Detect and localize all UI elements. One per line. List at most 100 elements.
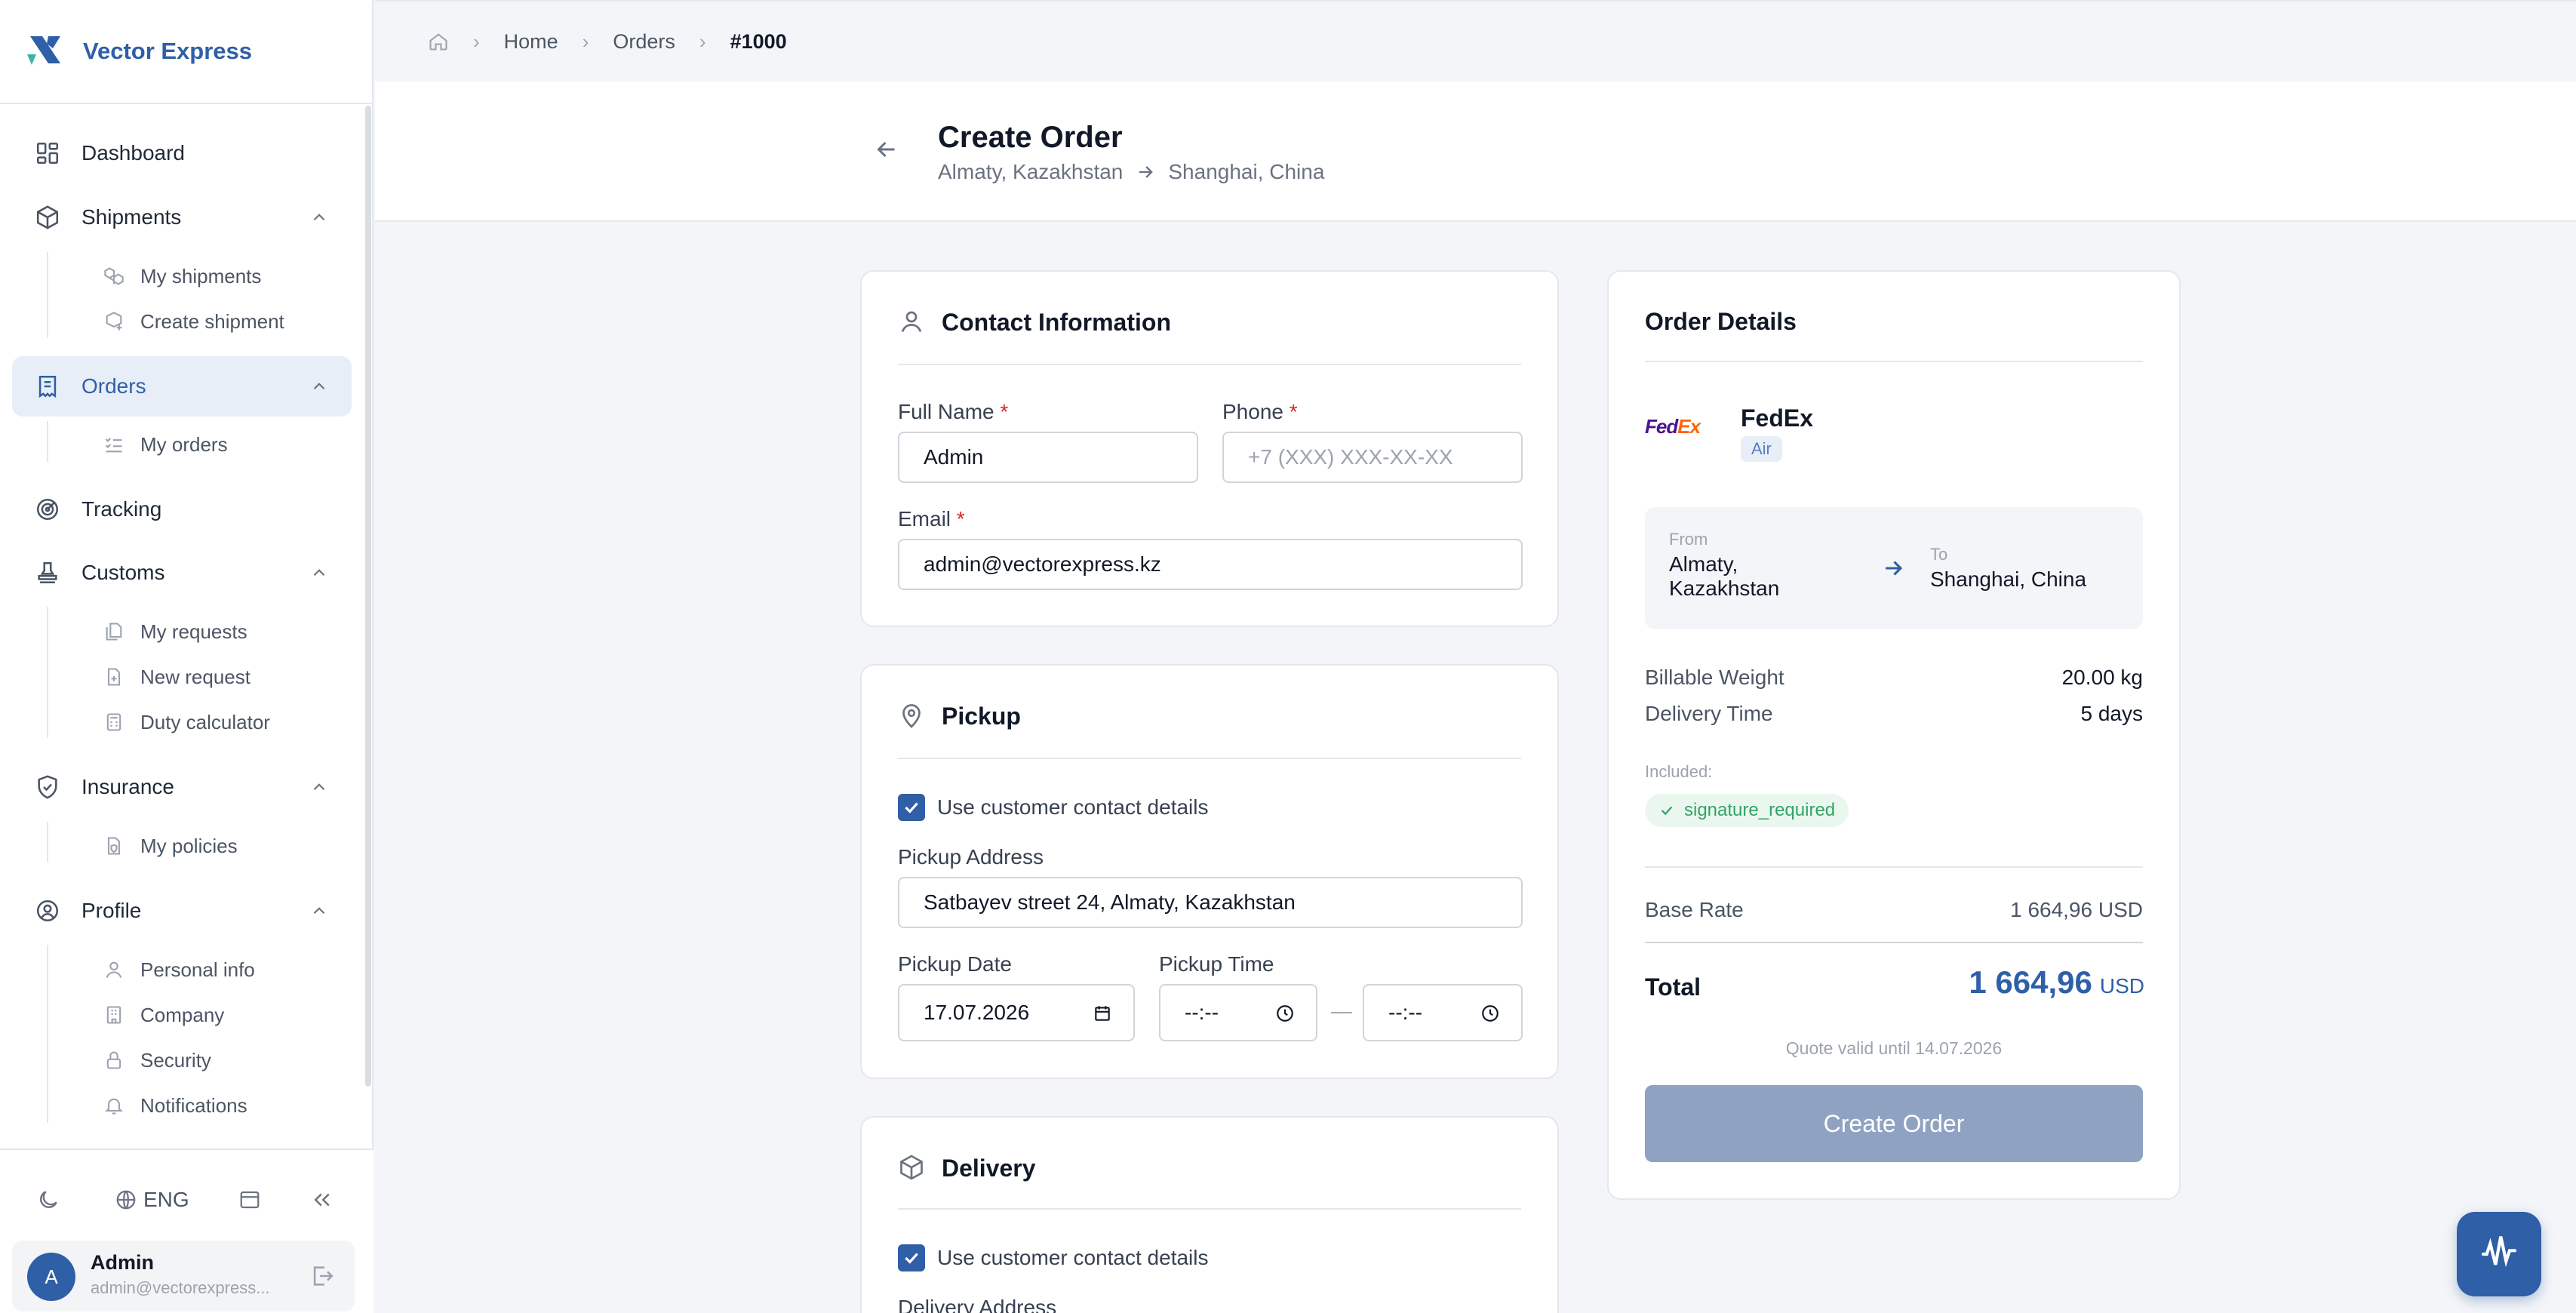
card-header: Delivery [898, 1154, 1036, 1182]
checkbox-label: Use customer contact details [937, 795, 1209, 819]
user-email: admin@vectorexpress... [91, 1278, 270, 1297]
card-header: Contact Information [898, 308, 1171, 337]
pickup-time-from-input[interactable]: --:-- [1159, 984, 1317, 1041]
back-arrow-icon[interactable] [873, 136, 900, 163]
delivery-card: Delivery Use customer contact details De… [860, 1116, 1559, 1313]
sidebar-subitem-my-requests[interactable]: My requests [103, 610, 247, 653]
brand[interactable]: Vector Express [0, 0, 372, 104]
sidebar-item-customs[interactable]: Customs [12, 543, 352, 603]
chevron-right-icon: › [473, 29, 480, 53]
moon-icon [40, 1191, 57, 1208]
sidebar-subitem-my-policies[interactable]: My policies [103, 825, 238, 867]
fedex-logo: FedEx [1645, 415, 1701, 438]
voice-assistant-button[interactable] [2457, 1212, 2541, 1296]
transport-mode-badge: Air [1741, 436, 1782, 462]
sidebar-item-shipments[interactable]: Shipments [12, 187, 352, 248]
map-pin-icon [898, 702, 927, 730]
theme-toggle[interactable] [36, 1177, 60, 1222]
pickup-date-input[interactable]: 17.07.2026 [898, 984, 1135, 1041]
page-header: Create Order Almaty, Kazakhstan Shanghai… [375, 81, 2576, 222]
sidebar-item-insurance[interactable]: Insurance [12, 757, 352, 817]
checkbox-label: Use customer contact details [937, 1246, 1209, 1269]
home-icon[interactable] [428, 31, 449, 52]
total-currency: USD [2099, 974, 2144, 998]
layout-toggle[interactable] [238, 1177, 261, 1222]
pickup-address-input[interactable]: Satbayev street 24, Almaty, Kazakhstan [898, 877, 1523, 928]
clock-icon [1482, 1005, 1499, 1022]
stamp-icon [33, 558, 62, 587]
sidebar: Vector Express Dashboard Shipments My sh… [0, 0, 373, 1313]
breadcrumb-home[interactable]: Home [504, 30, 558, 54]
chevron-right-icon: › [582, 29, 589, 53]
chevron-up-icon[interactable] [309, 901, 329, 921]
create-order-button[interactable]: Create Order [1645, 1085, 2143, 1162]
sidebar-item-dashboard[interactable]: Dashboard [12, 123, 352, 183]
delivery-address-label: Delivery Address [898, 1296, 1057, 1313]
delivery-use-contact-checkbox[interactable]: Use customer contact details [898, 1244, 1209, 1271]
billable-weight-label: Billable Weight [1645, 666, 1784, 689]
sidebar-subitem-personal-info[interactable]: Personal info [103, 949, 255, 991]
base-rate-value: 1 664,96 USD [2010, 898, 2143, 921]
included-label: Included: [1645, 762, 1713, 781]
time-range-separator: — [1331, 999, 1352, 1022]
phone-input[interactable]: +7 (XXX) XXX-XX-XX [1222, 432, 1523, 483]
sidebar-item-label: Shipments [81, 205, 182, 229]
check-icon [905, 802, 918, 813]
dashboard-icon [33, 139, 62, 168]
sidebar-subitem-new-request[interactable]: New request [103, 656, 251, 698]
sidebar-scrollbar[interactable] [365, 106, 371, 1087]
card-title: Contact Information [942, 308, 1171, 336]
pickup-time-to-input[interactable]: --:-- [1363, 984, 1523, 1041]
delivery-time-row: Delivery Time 5 days [1645, 702, 2143, 726]
sidebar-item-orders[interactable]: Orders [12, 356, 352, 417]
from-label: From [1669, 530, 1708, 549]
sidebar-subitem-label: Duty calculator [140, 710, 270, 733]
shield-check-icon [33, 773, 62, 801]
clock-icon [1277, 1005, 1293, 1022]
divider [1645, 866, 2143, 868]
sidebar-footer: ENG A Admin admin@vectorexpress... [0, 1148, 373, 1313]
user-icon [103, 958, 125, 981]
email-label: Email * [898, 507, 965, 530]
checkbox-checked[interactable] [898, 1244, 925, 1271]
chevron-up-icon[interactable] [309, 563, 329, 583]
to-label: To [1930, 545, 1948, 564]
chevron-up-icon[interactable] [309, 208, 329, 227]
collapse-sidebar-button[interactable] [311, 1177, 334, 1222]
app-name: Vector Express [83, 38, 253, 64]
billable-weight-row: Billable Weight 20.00 kg [1645, 666, 2143, 690]
sidebar-subitem-my-shipments[interactable]: My shipments [103, 255, 261, 297]
sidebar-subitem-duty-calculator[interactable]: Duty calculator [103, 701, 270, 743]
sidebar-item-profile[interactable]: Profile [12, 881, 352, 941]
sidebar-item-label: Orders [81, 374, 146, 398]
sidebar-subitem-notifications[interactable]: Notifications [103, 1084, 247, 1127]
language-switch[interactable]: ENG [115, 1177, 189, 1222]
calendar-icon[interactable] [1093, 1004, 1112, 1023]
sidebar-subitem-create-shipment[interactable]: Create shipment [103, 300, 284, 343]
sidebar-subitem-security[interactable]: Security [103, 1039, 211, 1081]
user-icon [898, 308, 927, 337]
package-icon [33, 203, 62, 232]
sidebar-subitem-my-orders[interactable]: My orders [103, 423, 228, 466]
chevron-up-icon[interactable] [309, 377, 329, 396]
full-name-input[interactable]: Admin [898, 432, 1198, 483]
package-plus-icon [103, 310, 125, 333]
sidebar-subitem-company[interactable]: Company [103, 994, 224, 1036]
pickup-use-contact-checkbox[interactable]: Use customer contact details [898, 794, 1209, 821]
checkbox-checked[interactable] [898, 794, 925, 821]
divider [1645, 361, 2143, 362]
calculator-icon [103, 711, 125, 733]
email-input[interactable]: admin@vectorexpress.kz [898, 539, 1523, 590]
divider [1645, 942, 2143, 943]
divider [898, 1208, 1521, 1210]
user-card[interactable]: A Admin admin@vectorexpress... [12, 1241, 355, 1311]
order-details-card: Order Details FedEx FedEx Air From Almat… [1607, 270, 2181, 1200]
chevron-up-icon[interactable] [309, 777, 329, 797]
arrow-right-icon [1886, 561, 1903, 576]
pickup-date-label: Pickup Date [898, 952, 1012, 976]
logout-icon[interactable] [309, 1263, 335, 1289]
delivery-time-value: 5 days [2080, 702, 2144, 725]
sidebar-item-tracking[interactable]: Tracking [12, 479, 352, 540]
pickup-address-label: Pickup Address [898, 845, 1044, 869]
breadcrumb-orders[interactable]: Orders [613, 30, 675, 54]
